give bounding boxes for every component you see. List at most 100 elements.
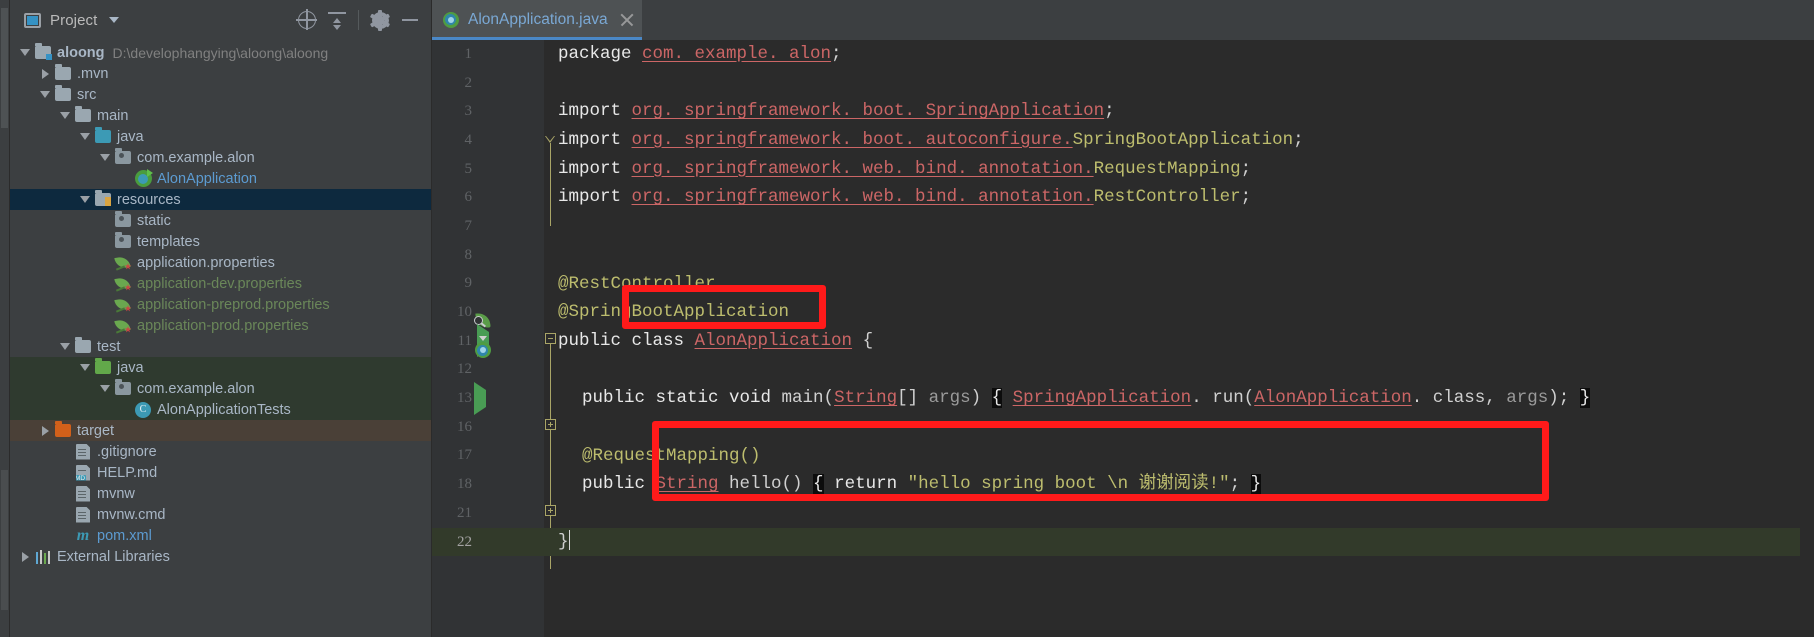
minimize-icon[interactable] xyxy=(395,5,425,35)
gutter-line-2[interactable]: 2 xyxy=(432,69,544,98)
gutter-line-6[interactable]: 6 xyxy=(432,183,544,212)
expand-arrow-down-icon[interactable] xyxy=(16,49,34,56)
tree-row-templates[interactable]: templates xyxy=(10,231,431,252)
project-panel-title: Project xyxy=(50,11,98,29)
tree-row-aloong[interactable]: aloong D:\develophangying\aloong\aloong xyxy=(10,42,431,63)
spring-properties-icon xyxy=(113,318,132,334)
tree-row-resources[interactable]: resources xyxy=(10,189,431,210)
gutter-line-13[interactable]: 13 xyxy=(432,381,544,415)
gutter-line-8[interactable]: 8 xyxy=(432,241,544,270)
chevron-down-icon[interactable] xyxy=(109,17,120,23)
tree-row-java[interactable]: java xyxy=(10,126,431,147)
tree-row-label: .mvn xyxy=(77,65,109,82)
expand-arrow-down-icon[interactable] xyxy=(96,154,114,161)
tree-row-mvn[interactable]: .mvn xyxy=(10,63,431,84)
editor-tab-strip: AlonApplication.java xyxy=(432,0,1814,40)
gutter-line-21[interactable]: 21 xyxy=(432,499,544,528)
tree-row-label: java xyxy=(117,128,144,145)
tree-row-alonapplicationtests[interactable]: C AlonApplicationTests xyxy=(10,399,431,420)
gutter-line-16[interactable]: 16 xyxy=(432,413,544,442)
tree-row-application-dev-properties[interactable]: application-dev.properties xyxy=(10,273,431,294)
expand-arrow-right-icon[interactable] xyxy=(36,68,54,79)
collapse-all-icon[interactable] xyxy=(322,5,352,35)
tree-row-external-libraries[interactable]: External Libraries xyxy=(10,546,431,567)
expand-arrow-right-icon[interactable] xyxy=(36,425,54,436)
gutter-line-11[interactable]: 11 xyxy=(432,324,544,359)
tab-alonapplication-java[interactable]: AlonApplication.java xyxy=(432,0,642,40)
tree-row-gitignore[interactable]: .gitignore xyxy=(10,441,431,462)
gutter-line-9[interactable]: 9 xyxy=(432,270,544,299)
code-line-9: @RestController xyxy=(558,273,716,294)
tree-row-label: static xyxy=(137,212,171,229)
expand-arrow-down-icon[interactable] xyxy=(96,385,114,392)
tree-row-application-properties[interactable]: application.properties xyxy=(10,252,431,273)
tree-row-target[interactable]: target xyxy=(10,420,431,441)
gutter-line-5[interactable]: 5 xyxy=(432,155,544,184)
tree-row-static[interactable]: static xyxy=(10,210,431,231)
tree-row-label: application-preprod.properties xyxy=(137,296,330,313)
left-tool-rail[interactable] xyxy=(0,0,10,637)
expand-arrow-down-icon[interactable] xyxy=(36,91,54,98)
gutter-line-22[interactable]: 22 xyxy=(432,527,544,557)
package-icon xyxy=(114,232,132,248)
rail-tab-structure[interactable] xyxy=(1,470,8,610)
line-number: 5 xyxy=(464,160,473,177)
file-icon xyxy=(74,506,92,523)
gutter-line-10[interactable]: 10 xyxy=(432,298,544,329)
gutter-line-4[interactable]: 4 xyxy=(432,126,544,155)
tree-row-application-prod-properties[interactable]: application-prod.properties xyxy=(10,315,431,336)
tree-row-help-md[interactable]: MD HELP.md xyxy=(10,462,431,483)
folder-icon xyxy=(54,85,72,101)
package-icon xyxy=(114,379,132,395)
tree-row-label: target xyxy=(77,422,115,439)
editor-gutter[interactable]: 1 2 3 4 5 6 7 8 9 10 11 12 13 16 17 18 21 22 xyxy=(432,40,544,637)
line-number: 13 xyxy=(457,390,472,407)
gutter-line-18[interactable]: 18 xyxy=(432,470,544,499)
close-icon[interactable] xyxy=(620,13,634,27)
excluded-folder-icon xyxy=(54,421,72,437)
tree-row-com-example-alon[interactable]: com.example.alon xyxy=(10,378,431,399)
tree-row-com-example-alon[interactable]: com.example.alon xyxy=(10,147,431,168)
gutter-icons xyxy=(474,324,491,359)
tree-row-mvnw[interactable]: mvnw xyxy=(10,483,431,504)
locate-icon[interactable] xyxy=(292,5,322,35)
gutter-line-17[interactable]: 17 xyxy=(432,442,544,471)
resource-root-icon xyxy=(94,190,112,206)
gutter-line-7[interactable]: 7 xyxy=(432,212,544,241)
gear-icon[interactable] xyxy=(365,5,395,35)
tree-row-java[interactable]: java xyxy=(10,357,431,378)
project-tree[interactable]: aloong D:\develophangying\aloong\aloong .m… xyxy=(10,40,431,637)
rail-tab-project[interactable] xyxy=(1,8,8,128)
code-line-6: import org. springframework. web. bind. … xyxy=(558,187,1252,208)
code-viewport[interactable]: 1 2 3 4 5 6 7 8 9 10 11 12 13 16 17 18 21 22 package com.… xyxy=(432,40,1814,637)
code-line-13: public static void main(String[] args) {… xyxy=(582,388,1591,409)
expand-arrow-down-icon[interactable] xyxy=(76,133,94,140)
gutter-line-3[interactable]: 3 xyxy=(432,97,544,126)
tree-row-label: test xyxy=(97,338,121,355)
code-line-3: import org. springframework. boot. Sprin… xyxy=(558,101,1115,122)
line-number: 7 xyxy=(464,217,473,234)
tree-row-label: main xyxy=(97,107,129,124)
expand-arrow-right-icon[interactable] xyxy=(16,551,34,562)
folder-icon xyxy=(74,106,92,122)
expand-arrow-down-icon[interactable] xyxy=(56,112,74,119)
tree-row-pom-xml[interactable]: m pom.xml xyxy=(10,525,431,546)
code-content[interactable]: package com. example. alon; import org. … xyxy=(544,40,1814,637)
tree-row-mvnw-cmd[interactable]: mvnw.cmd xyxy=(10,504,431,525)
tree-row-src[interactable]: src xyxy=(10,84,431,105)
tree-row-main[interactable]: main xyxy=(10,105,431,126)
expand-arrow-down-icon[interactable] xyxy=(56,343,74,350)
package-icon xyxy=(114,148,132,164)
gutter-line-12[interactable]: 12 xyxy=(432,356,544,385)
tree-row-application-preprod-properties[interactable]: application-preprod.properties xyxy=(10,294,431,315)
editor-scrollbar[interactable] xyxy=(1800,80,1814,637)
expand-arrow-down-icon[interactable] xyxy=(76,196,94,203)
tree-row-alonapplication[interactable]: AlonApplication xyxy=(10,168,431,189)
gutter-line-1[interactable]: 1 xyxy=(432,40,544,69)
test-root-icon xyxy=(94,358,112,374)
project-window-icon xyxy=(24,12,41,28)
run-gutter-icon[interactable] xyxy=(474,381,486,415)
tree-row-test[interactable]: test xyxy=(10,336,431,357)
expand-arrow-down-icon[interactable] xyxy=(76,364,94,371)
